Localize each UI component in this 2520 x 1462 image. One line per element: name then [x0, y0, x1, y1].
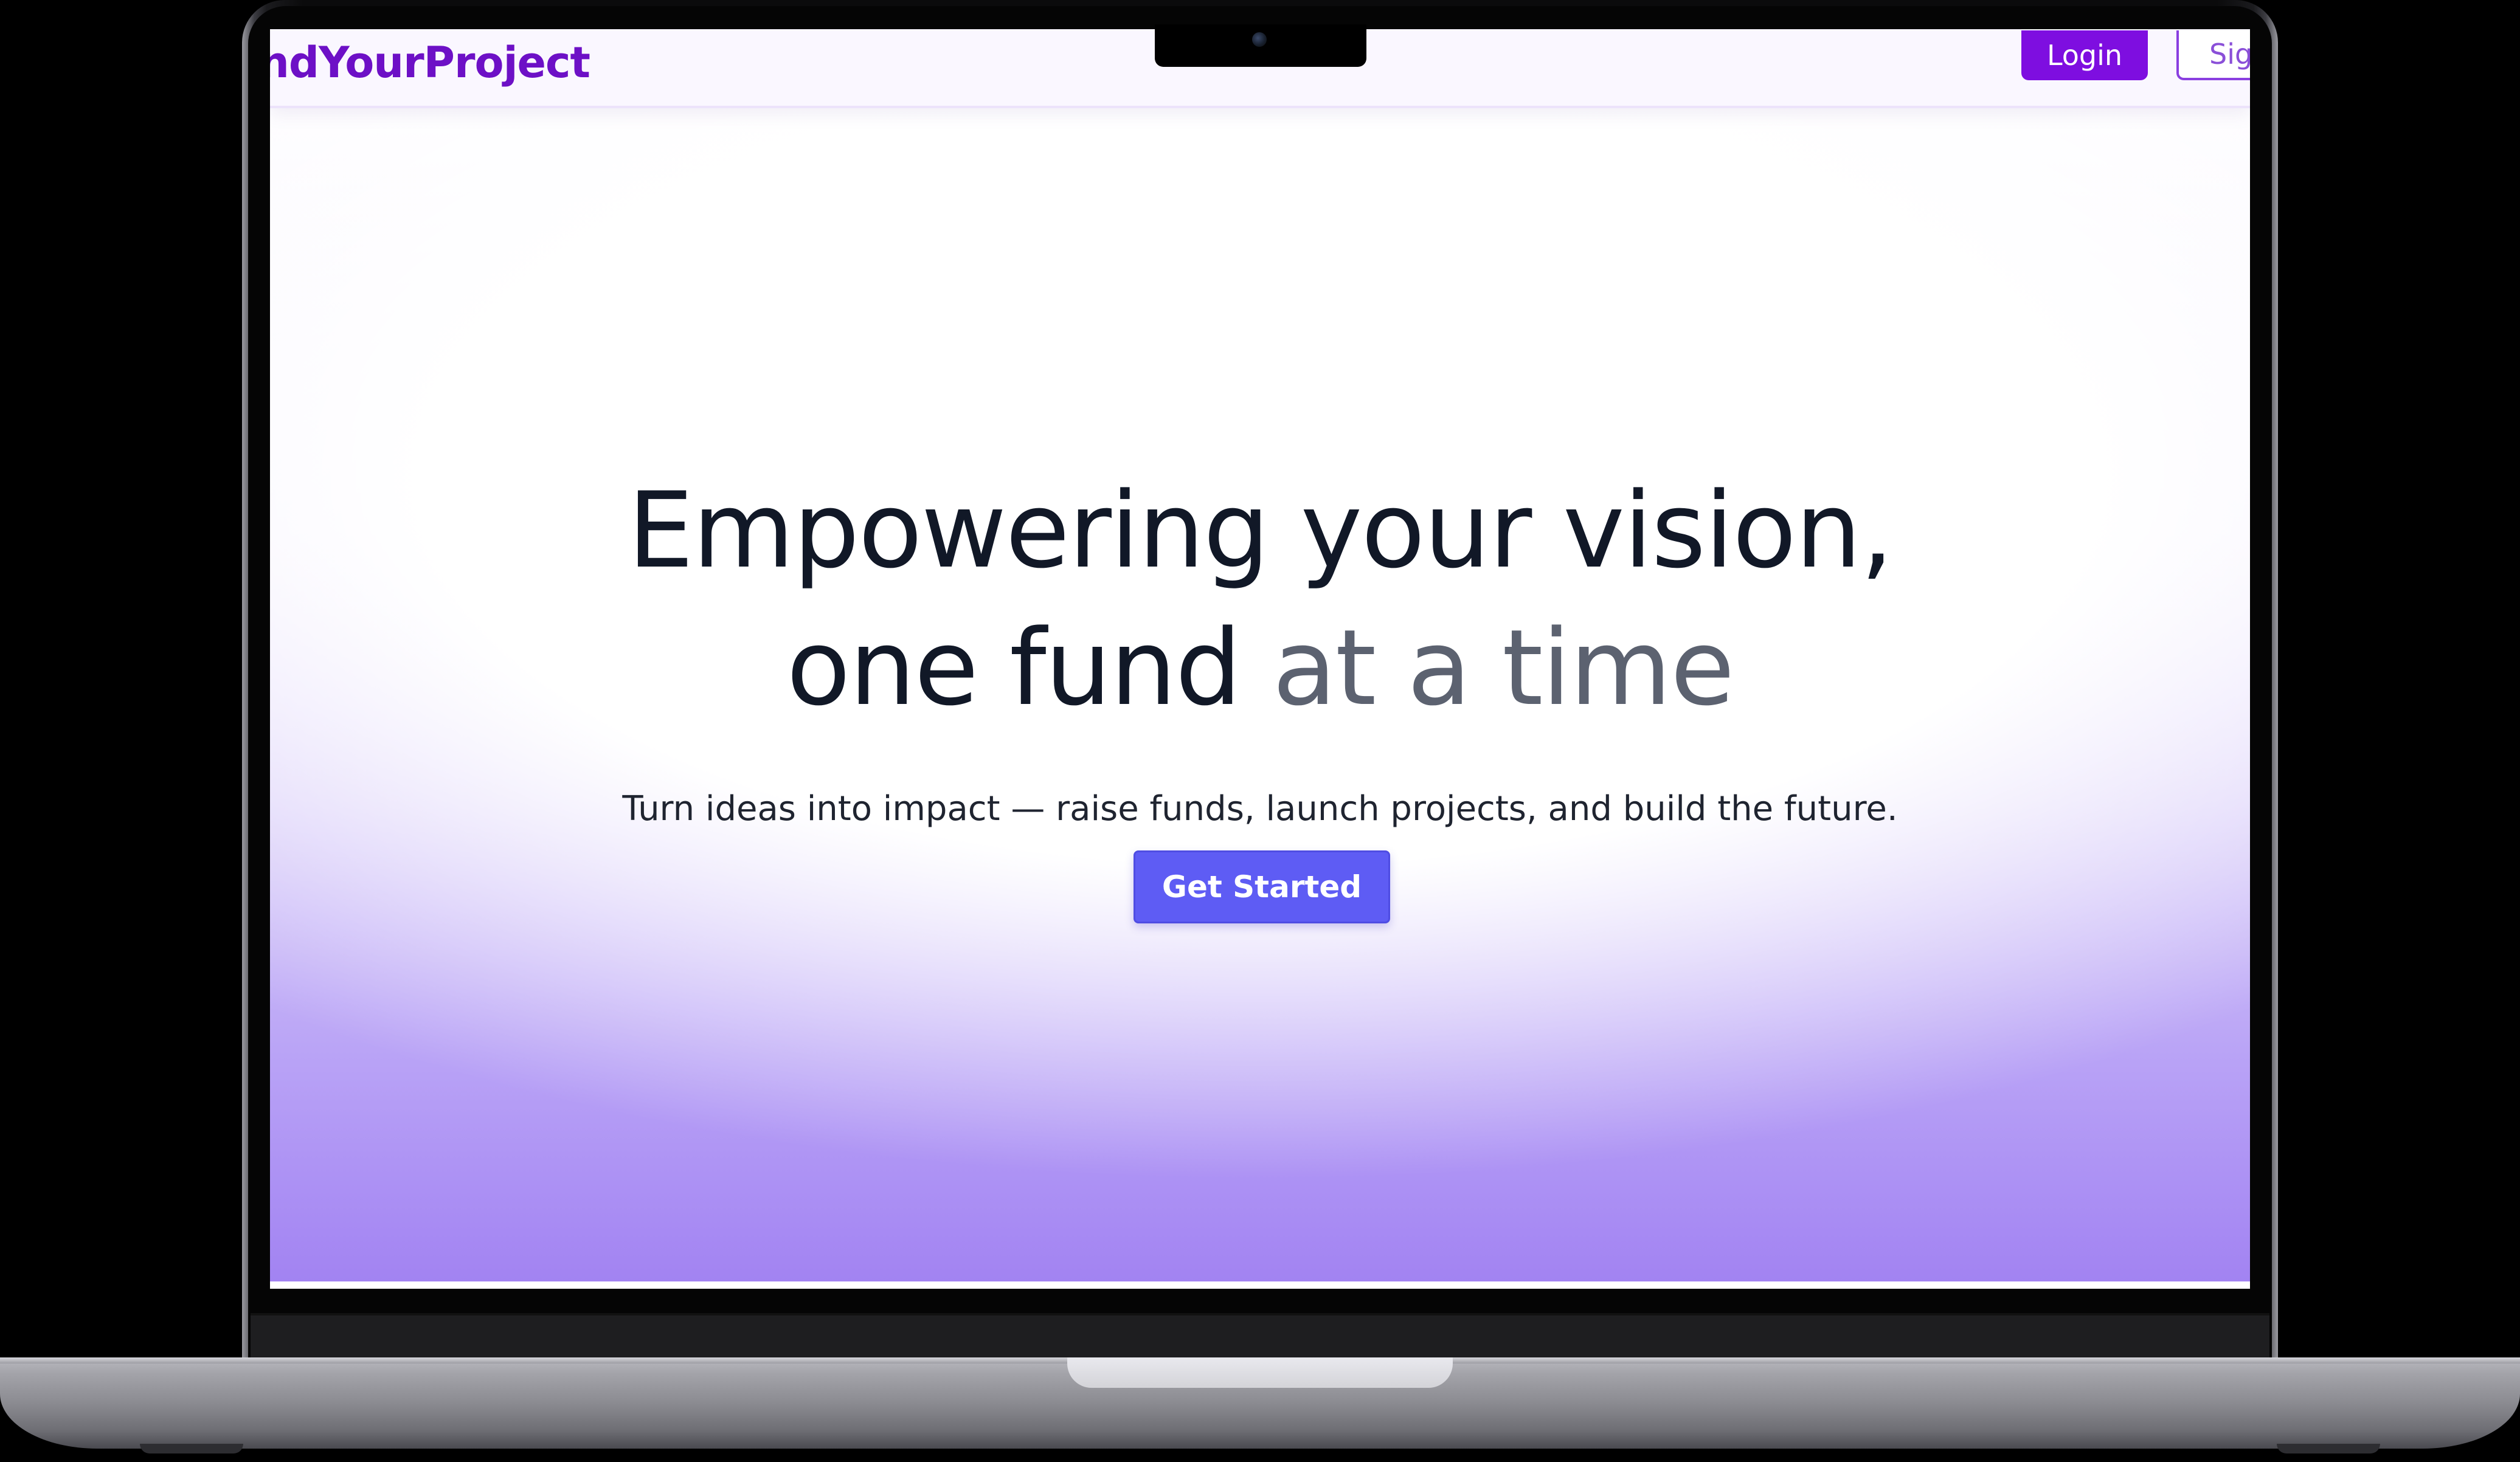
laptop-screen: ndYourProject Login Sig Empowering your …	[270, 29, 2250, 1289]
laptop-mockup-scene: ndYourProject Login Sig Empowering your …	[0, 0, 2520, 1462]
get-started-button[interactable]: Get Started	[1134, 850, 1390, 923]
login-button[interactable]: Login	[2021, 30, 2148, 80]
brand-logo[interactable]: ndYourProject	[270, 38, 590, 88]
signup-button[interactable]: Sig	[2176, 30, 2250, 80]
hero-title: Empowering your vision, one fund at a ti…	[270, 462, 2250, 737]
laptop-foot-left	[140, 1444, 243, 1453]
laptop-foot-right	[2277, 1444, 2380, 1453]
hero-title-line-2-end: at a time	[1272, 607, 1734, 729]
camera-notch	[1155, 24, 1366, 67]
hero-title-line-2: one fund at a time	[270, 599, 2250, 737]
hero-title-line-1: Empowering your vision,	[628, 469, 1894, 591]
camera-icon	[1252, 32, 1267, 47]
hero-title-line-2-start: one fund	[786, 607, 1273, 729]
hero-subtitle: Turn ideas into impact — raise funds, la…	[622, 789, 1898, 829]
laptop-thumb-notch	[1067, 1357, 1453, 1388]
